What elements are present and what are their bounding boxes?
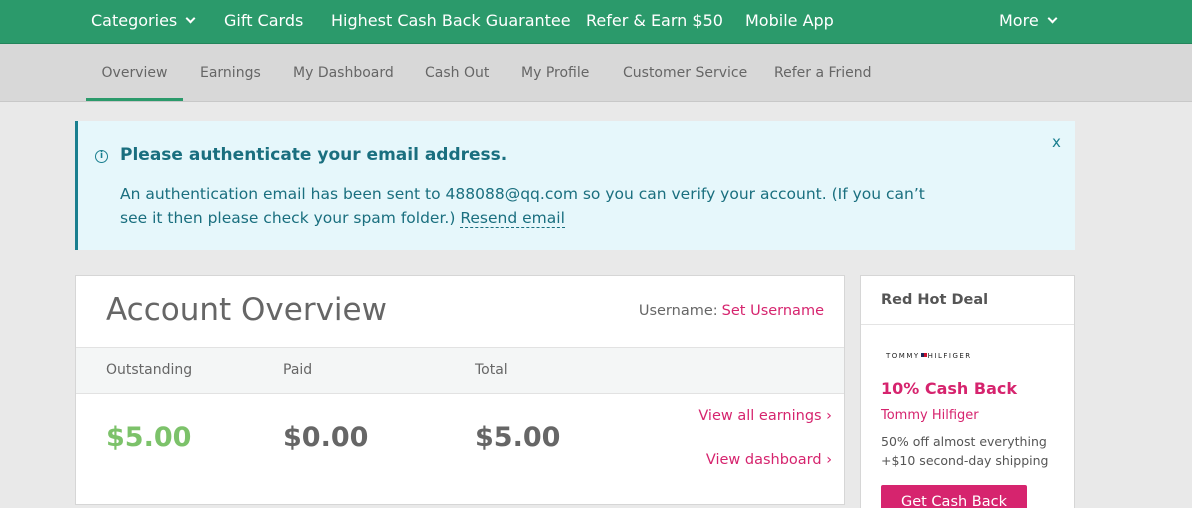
nav-cash-back-guarantee[interactable]: Highest Cash Back Guarantee bbox=[331, 0, 571, 43]
logo-text-left: TOMMY bbox=[886, 352, 920, 360]
tab-overview[interactable]: Overview bbox=[86, 44, 183, 101]
total-amount: $5.00 bbox=[475, 422, 561, 453]
outstanding-amount: $5.00 bbox=[106, 422, 192, 453]
deal-description-line-2: +$10 second-day shipping bbox=[881, 453, 1049, 468]
tab-earnings[interactable]: Earnings bbox=[200, 44, 261, 101]
nav-gift-cards[interactable]: Gift Cards bbox=[224, 0, 303, 43]
chevron-down-icon bbox=[1047, 13, 1058, 24]
deal-description-line-1: 50% off almost everything bbox=[881, 434, 1047, 449]
account-subnav: Overview Earnings My Dashboard Cash Out … bbox=[0, 44, 1192, 102]
nav-mobile-app[interactable]: Mobile App bbox=[745, 0, 834, 43]
tab-my-profile[interactable]: My Profile bbox=[521, 44, 589, 101]
chevron-down-icon bbox=[185, 13, 196, 24]
account-overview-card: Account Overview Username: Set Username O… bbox=[75, 275, 845, 505]
email-auth-alert: i Please authenticate your email address… bbox=[75, 121, 1075, 250]
col-total: Total bbox=[475, 362, 508, 378]
col-outstanding: Outstanding bbox=[106, 362, 193, 378]
paid-amount: $0.00 bbox=[283, 422, 369, 453]
info-icon: i bbox=[95, 150, 108, 163]
col-paid: Paid bbox=[283, 362, 313, 378]
alert-message: An authentication email has been sent to… bbox=[120, 182, 930, 230]
nav-categories[interactable]: Categories bbox=[91, 0, 196, 43]
deal-cash-back-rate[interactable]: 10% Cash Back bbox=[881, 379, 1017, 398]
deal-header: Red Hot Deal bbox=[861, 276, 1074, 325]
nav-more-label: More bbox=[999, 11, 1039, 30]
logo-text-right: HILFIGER bbox=[927, 352, 972, 360]
username-label: Username: bbox=[638, 303, 718, 319]
view-all-earnings-link[interactable]: View all earnings › bbox=[698, 408, 832, 424]
nav-refer-earn[interactable]: Refer & Earn $50 bbox=[586, 0, 723, 43]
set-username-link[interactable]: Set Username bbox=[722, 303, 824, 319]
tab-my-dashboard[interactable]: My Dashboard bbox=[293, 44, 394, 101]
alert-title: Please authenticate your email address. bbox=[120, 145, 508, 165]
tommy-hilfiger-logo[interactable]: TOMMY HILFIGER bbox=[886, 352, 972, 360]
nav-more[interactable]: More bbox=[999, 0, 1058, 43]
nav-categories-label: Categories bbox=[91, 11, 178, 30]
earnings-column-headers: Outstanding Paid Total bbox=[76, 347, 844, 394]
page-title: Account Overview bbox=[106, 292, 387, 328]
top-navigation: Categories Gift Cards Highest Cash Back … bbox=[0, 0, 1192, 44]
tab-refer-a-friend[interactable]: Refer a Friend bbox=[774, 44, 872, 101]
deal-store-name[interactable]: Tommy Hilfiger bbox=[881, 408, 979, 423]
flag-icon bbox=[920, 353, 927, 357]
tab-cash-out[interactable]: Cash Out bbox=[425, 44, 489, 101]
close-alert-button[interactable]: x bbox=[1052, 133, 1061, 151]
red-hot-deal-card: Red Hot Deal TOMMY HILFIGER 10% Cash Back… bbox=[860, 275, 1075, 508]
deal-header-label: Red Hot Deal bbox=[881, 292, 989, 308]
get-cash-back-button[interactable]: Get Cash Back bbox=[881, 485, 1027, 508]
resend-email-link[interactable]: Resend email bbox=[460, 209, 565, 228]
tab-customer-service[interactable]: Customer Service bbox=[623, 44, 747, 101]
username-row: Username: Set Username bbox=[639, 303, 824, 319]
view-dashboard-link[interactable]: View dashboard › bbox=[706, 452, 832, 468]
